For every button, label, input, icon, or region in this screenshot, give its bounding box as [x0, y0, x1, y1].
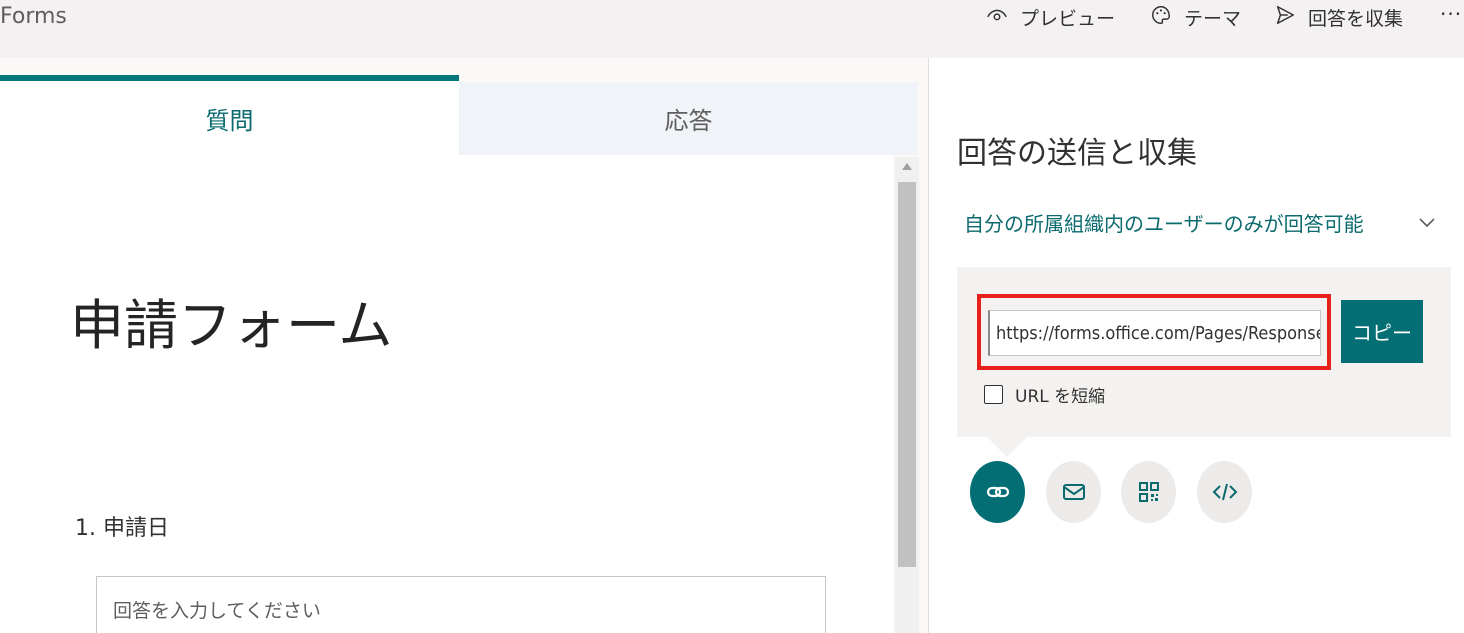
top-bar: Forms プレビュー テーマ 回答を収集 ···	[0, 0, 1464, 58]
embed-code-icon[interactable]	[1197, 461, 1252, 523]
send-icon	[1274, 4, 1296, 31]
preview-label: プレビュー	[1020, 8, 1116, 30]
collect-responses-button[interactable]: 回答を収集	[1274, 4, 1403, 31]
collect-label: 回答を収集	[1308, 8, 1404, 30]
mail-icon[interactable]	[1046, 461, 1101, 523]
tab-questions[interactable]: 質問	[0, 75, 459, 155]
share-panel-title: 回答の送信と収集	[957, 136, 1197, 171]
shorten-url-option: URL を短縮	[984, 382, 1105, 407]
chevron-down-icon[interactable]	[1417, 212, 1437, 232]
form-canvas: 申請フォーム 1. 申請日	[0, 155, 893, 633]
copy-button[interactable]: コピー	[1341, 300, 1423, 363]
theme-label: テーマ	[1184, 8, 1242, 30]
form-editor-panel: 質問 応答 申請フォーム 1. 申請日	[0, 58, 928, 633]
share-panel: 回答の送信と収集 自分の所属組織内のユーザーのみが回答可能 https://fo…	[928, 58, 1464, 633]
shorten-url-label: URL を短縮	[1015, 387, 1106, 407]
url-highlight-frame: https://forms.office.com/Pages/ResponseP…	[977, 294, 1331, 370]
share-link-box: https://forms.office.com/Pages/ResponseP…	[957, 267, 1451, 457]
shorten-url-checkbox[interactable]	[984, 385, 1003, 404]
preview-button[interactable]: プレビュー	[986, 4, 1115, 31]
answer-input[interactable]	[96, 576, 826, 633]
scroll-up-arrow-icon[interactable]	[902, 163, 912, 170]
tab-responses[interactable]: 応答	[459, 82, 918, 155]
vertical-scrollbar[interactable]	[895, 157, 919, 633]
more-options-icon[interactable]: ···	[1440, 2, 1462, 26]
scroll-thumb[interactable]	[898, 182, 916, 567]
qr-code-icon[interactable]	[1121, 461, 1176, 523]
share-url-field[interactable]: https://forms.office.com/Pages/ResponseP…	[988, 310, 1321, 356]
eye-icon	[986, 4, 1008, 31]
theme-button[interactable]: テーマ	[1150, 4, 1241, 31]
palette-icon	[1150, 4, 1172, 31]
question-label: 1. 申請日	[75, 516, 169, 541]
editor-tabs: 質問 応答	[0, 75, 918, 155]
form-title[interactable]: 申請フォーム	[70, 281, 392, 360]
app-title: Forms	[0, 4, 67, 29]
link-icon[interactable]	[970, 461, 1025, 523]
access-dropdown[interactable]: 自分の所属組織内のユーザーのみが回答可能	[964, 208, 1364, 237]
